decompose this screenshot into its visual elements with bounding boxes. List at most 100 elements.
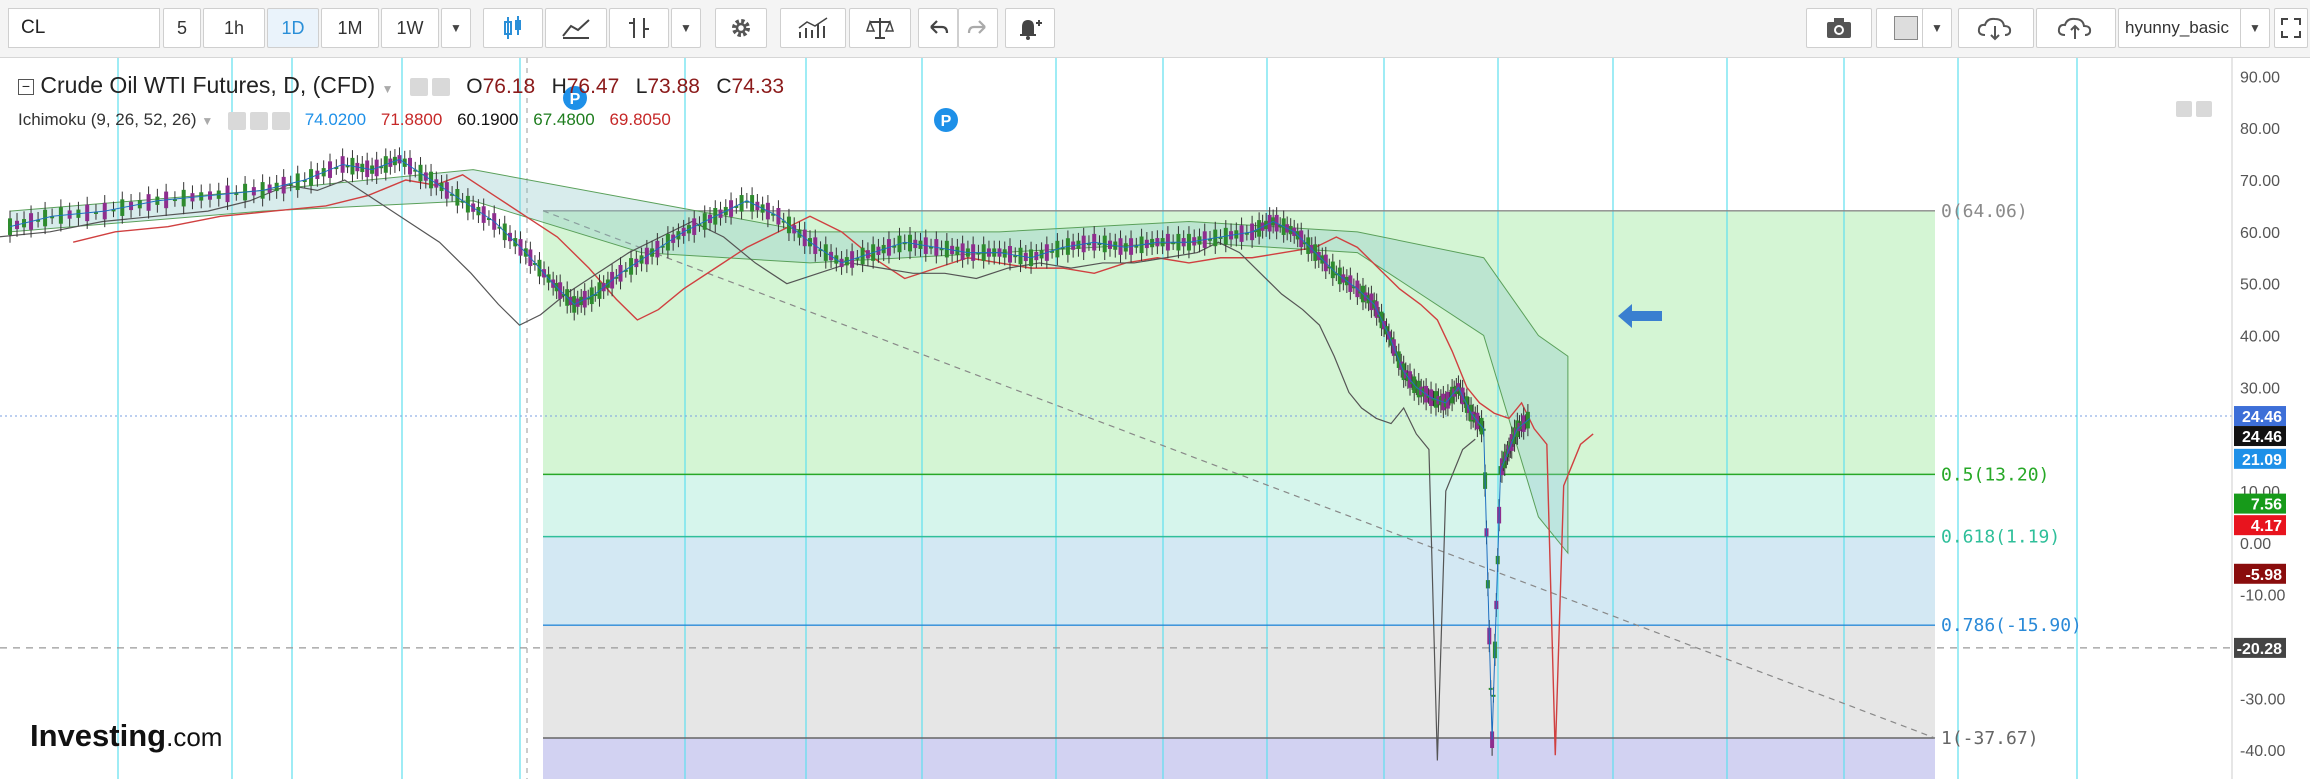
undo-icon (930, 20, 949, 34)
add-alert-button[interactable] (1005, 8, 1055, 48)
ichimoku-conversion-value: 74.0200 (304, 110, 367, 129)
fib-zone (543, 536, 1935, 626)
fullscreen-icon (2281, 18, 2301, 38)
price-axis-tick: 30.00 (2240, 380, 2280, 397)
undo-button[interactable] (918, 8, 958, 48)
price-axis-tick: -30.00 (2240, 691, 2285, 708)
low-value: 73.88 (647, 75, 700, 98)
area-chart-icon (562, 19, 590, 39)
chevron-down-icon[interactable]: ▼ (201, 114, 213, 128)
ichimoku-span-b-value: 69.8050 (609, 110, 671, 129)
ichimoku-base-value: 71.8800 (380, 110, 443, 129)
interval-5-button[interactable]: 5 (163, 8, 201, 48)
indicators-button[interactable] (780, 8, 846, 48)
settings-button[interactable] (715, 8, 767, 48)
fib-zone (543, 625, 1935, 739)
price-axis-tick: 80.00 (2240, 121, 2280, 138)
chevron-down-icon[interactable]: ▼ (382, 82, 394, 96)
gear-icon (732, 19, 750, 37)
price-tag-label: 21.09 (2242, 452, 2282, 469)
load-layout-button[interactable] (1958, 8, 2034, 48)
chart-legend: − Crude Oil WTI Futures, D, (CFD) ▼ O76.… (18, 72, 784, 99)
logo-brand: Investing (30, 718, 167, 753)
low-label: L (635, 75, 648, 98)
price-tag-label: -20.28 (2237, 641, 2282, 658)
bell-plus-icon (1020, 20, 1042, 40)
theme-dropdown-button[interactable]: ▼ (1922, 8, 1952, 48)
interval-1d-button[interactable]: 1D (267, 8, 319, 48)
interval-dropdown-button[interactable]: ▼ (441, 8, 471, 48)
color-swatch-icon (1894, 16, 1918, 40)
price-axis-tick: -40.00 (2240, 743, 2285, 760)
ichimoku-span-a-value: 67.4800 (533, 110, 595, 129)
chevron-down-icon: ▼ (1931, 21, 1943, 35)
fib-level-label: 0(64.06) (1941, 201, 2028, 222)
pivot-marker-label: P (941, 113, 952, 130)
price-tag-label: -5.98 (2246, 567, 2283, 584)
interval-1h-button[interactable]: 1h (203, 8, 265, 48)
indicator-legend: Ichimoku (9, 26, 52, 26) ▼ 74.0200 71.88… (18, 110, 671, 130)
indicator-remove-icon[interactable] (271, 111, 290, 130)
interval-1m-button[interactable]: 1M (321, 8, 379, 48)
price-axis-tick: 90.00 (2240, 69, 2280, 86)
high-label: H (551, 75, 567, 98)
collapse-legend-icon[interactable]: − (18, 78, 34, 95)
chevron-down-icon: ▼ (2249, 21, 2261, 35)
chart-type-dropdown-button[interactable]: ▼ (671, 8, 701, 48)
ohlc-bars-icon (629, 18, 649, 38)
indicator-visibility-icon[interactable] (227, 111, 246, 130)
candlestick-icon (504, 16, 521, 39)
price-chart[interactable]: 0(64.06) 0.5(13.20) 0.618(1.19) 0.786(-15.9… (0, 58, 2310, 779)
chevron-down-icon: ▼ (450, 21, 462, 35)
close-value: 74.33 (731, 75, 785, 98)
screenshot-button[interactable] (1806, 8, 1872, 48)
cloud-download-icon (1977, 17, 2012, 41)
chart-area[interactable]: 0(64.06) 0.5(13.20) 0.618(1.19) 0.786(-15.9… (0, 58, 2310, 779)
move-down-icon[interactable] (2196, 100, 2212, 117)
indicator-name: Ichimoku (9, 26, 52, 26) (18, 110, 197, 129)
price-axis-tick: 40.00 (2240, 328, 2280, 345)
price-axis-tick: 60.00 (2240, 225, 2280, 242)
price-axis-tick: -10.00 (2240, 588, 2285, 605)
indicators-icon (798, 17, 828, 38)
fib-zone (543, 738, 1935, 779)
template-name-button[interactable]: hyunny_basic (2118, 8, 2242, 48)
interval-1w-button[interactable]: 1W (381, 8, 439, 48)
fib-level-label: 0.618(1.19) (1941, 527, 2060, 548)
indicator-settings-icon[interactable] (249, 111, 268, 130)
investing-logo: Investing.com (30, 718, 222, 754)
line-chart-button[interactable] (545, 8, 607, 48)
scales-icon (866, 18, 894, 39)
fib-zone (543, 474, 1935, 537)
symbol-search-input[interactable] (8, 8, 160, 48)
template-dropdown-button[interactable]: ▼ (2240, 8, 2270, 48)
high-value: 76.47 (566, 75, 620, 98)
price-tag-label: 24.46 (2242, 409, 2282, 426)
camera-icon (1827, 18, 1851, 38)
logo-suffix: .com (166, 722, 223, 752)
fib-level-label: 0.786(-15.90) (1941, 615, 2082, 636)
price-tag-label: 24.46 (2242, 429, 2282, 446)
open-label: O (466, 75, 483, 98)
fullscreen-button[interactable] (2274, 8, 2308, 48)
candlestick-chart-button[interactable] (483, 8, 543, 48)
save-layout-button[interactable] (2036, 8, 2116, 48)
legend-settings-icon[interactable] (409, 77, 428, 96)
symbol-title: Crude Oil WTI Futures, D, (CFD) (40, 72, 376, 98)
panel-buttons (2176, 100, 2216, 118)
fib-level-label: 1(-37.67) (1941, 728, 2039, 749)
cloud-upload-icon (2057, 17, 2092, 39)
move-up-icon[interactable] (2176, 100, 2192, 117)
close-label: C (716, 75, 732, 98)
open-value: 76.18 (482, 75, 536, 98)
price-tag-label: 7.56 (2251, 497, 2282, 514)
price-axis-tick: 50.00 (2240, 277, 2280, 294)
price-tag-label: 4.17 (2251, 518, 2282, 535)
compare-button[interactable] (849, 8, 911, 48)
bar-style-button[interactable] (609, 8, 669, 48)
price-axis-tick: 70.00 (2240, 173, 2280, 190)
fib-level-label: 0.5(13.20) (1941, 464, 2049, 485)
legend-gear-icon[interactable] (431, 77, 450, 96)
redo-button[interactable] (958, 8, 998, 48)
chart-toolbar: 5 1h 1D 1M 1W ▼ ▼ ▼ hyunny_basic ▼ (0, 0, 2310, 58)
